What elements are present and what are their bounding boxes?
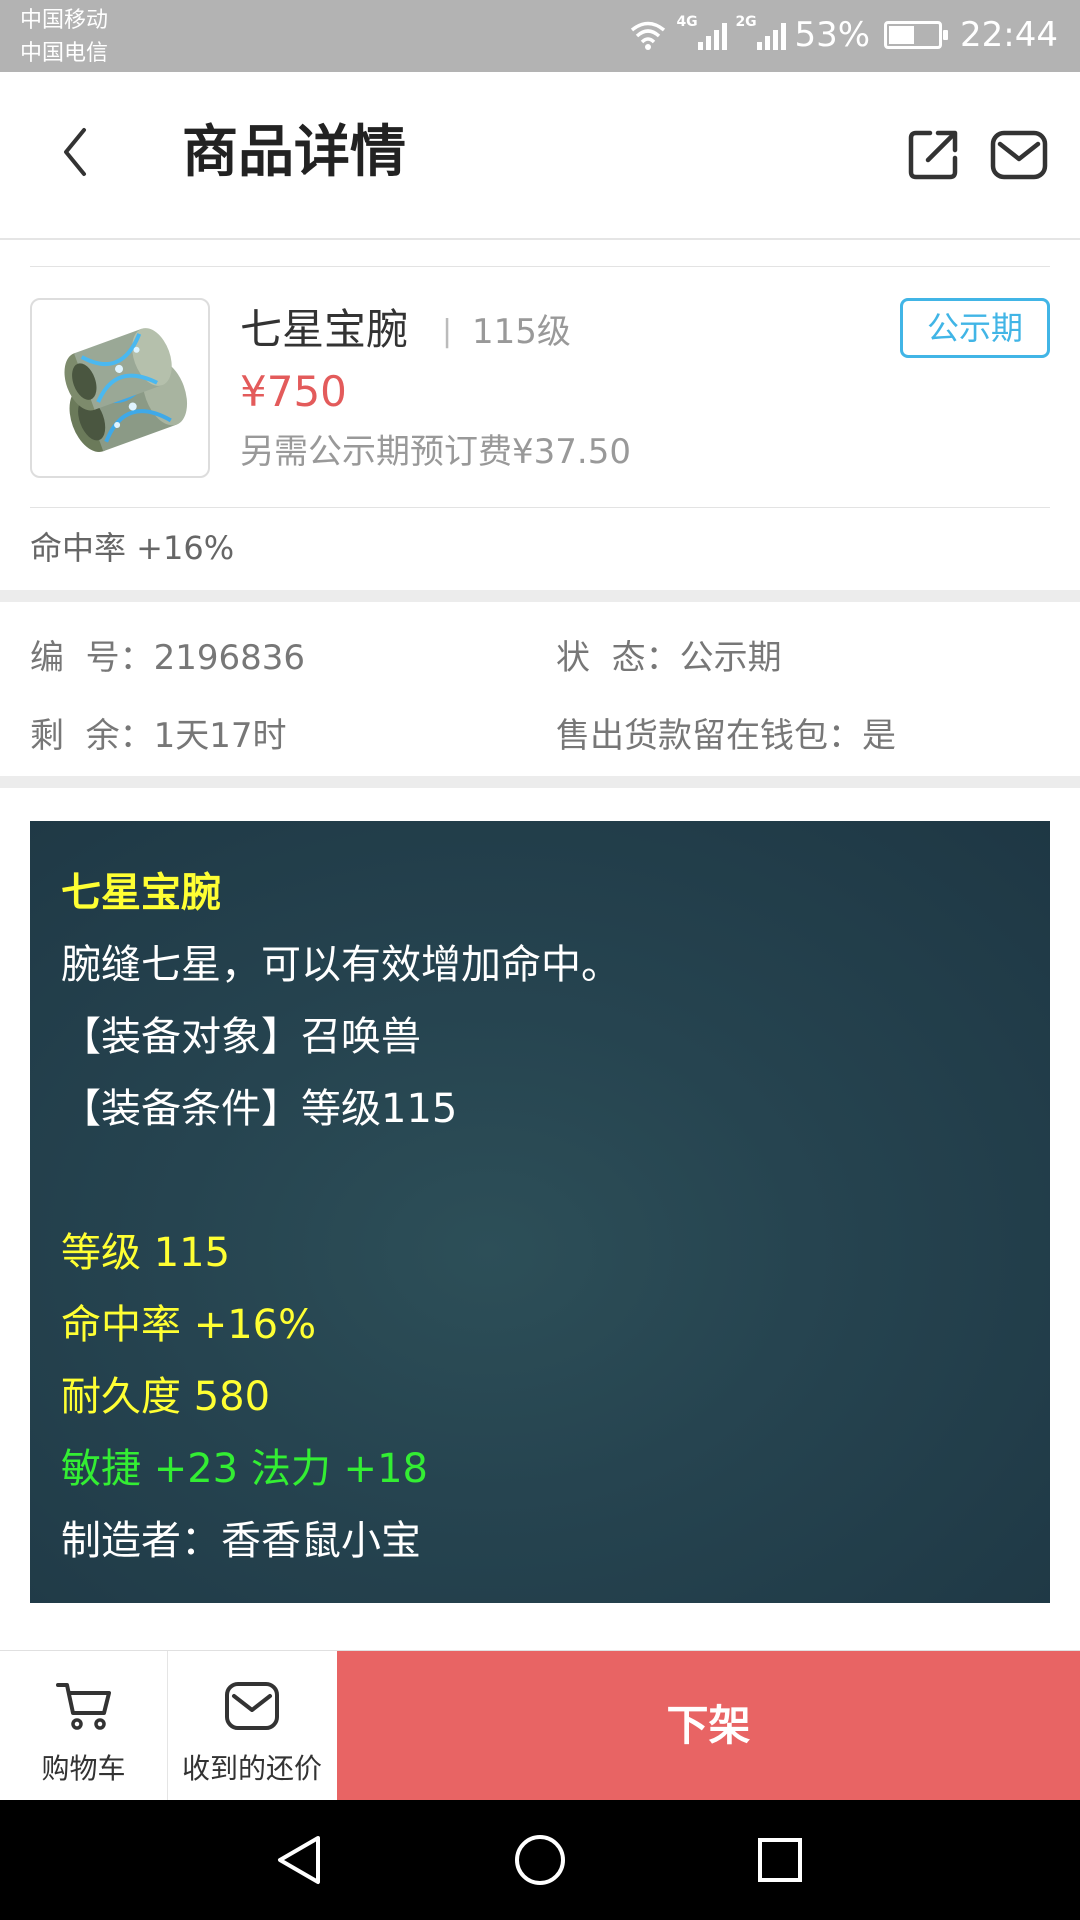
carrier-1: 中国移动 [20, 8, 109, 33]
received-offers-label: 收到的还价 [181, 1752, 322, 1785]
top-nav-bar: 商品详情 [0, 72, 1080, 240]
signal-4g-icon: 4G [676, 14, 728, 50]
divider [30, 507, 1050, 508]
product-summary: 七星宝腕 | 115级 ¥750 另需公示期预订费¥37.50 公示期 命中率 … [0, 240, 1080, 590]
stat-line: 耐久度 580 [61, 1374, 271, 1420]
nav-back-button[interactable] [270, 1830, 330, 1890]
received-offers-button[interactable]: 收到的还价 [168, 1651, 336, 1801]
listing-id-value: 2196836 [153, 638, 306, 678]
listing-id: 编 号：2196836 [30, 636, 305, 680]
section-separator [0, 776, 1080, 788]
back-icon [64, 128, 86, 176]
item-description-panel: 七星宝腕 腕缝七星，可以有效增加命中。 【装备对象】召唤兽 【装备条件】等级11… [30, 821, 1050, 1603]
mail-icon [990, 130, 1048, 180]
mail-button[interactable] [990, 128, 1048, 182]
signal-2g-icon: 2G [735, 14, 787, 50]
product-level: 115级 [472, 312, 571, 352]
listing-id-label: 编 号： [30, 638, 154, 678]
status-bar: 中国移动 中国电信 4G 2G 53% 22:44 [0, 0, 1080, 72]
circle-home-icon [515, 1835, 565, 1885]
carrier-2: 中国电信 [20, 41, 109, 66]
maker-line: 制造者：香香鼠小宝 [61, 1518, 421, 1564]
description-blank-line [61, 1145, 1020, 1217]
bonus-stat-line: 敏捷 +23 法力 +18 [61, 1446, 428, 1492]
battery-percent: 53% [794, 15, 871, 55]
app-root: 中国移动 中国电信 4G 2G 53% 22:44 商品详情 七星宝腕 | 11… [0, 0, 1080, 1920]
square-recents-icon [758, 1838, 802, 1882]
wallet-setting-label: 售出货款留在钱包： [556, 716, 862, 756]
bottom-action-bar: 购物车 收到的还价 下架 [0, 1650, 1080, 1801]
battery-icon [884, 21, 949, 49]
back-button[interactable] [52, 122, 112, 182]
status-indicators: 4G 2G 53% 22:44 [628, 10, 1058, 60]
mail-icon [225, 1682, 279, 1730]
nav-home-button[interactable] [510, 1830, 570, 1890]
remaining-time-value: 1天17时 [153, 716, 287, 756]
listing-info: 编 号：2196836 状 态：公示期 剩 余：1天17时 售出货款留在钱包：是 [0, 602, 1080, 776]
description-line: 腕缝七星，可以有效增加命中。 [61, 942, 621, 988]
cart-button[interactable]: 购物车 [0, 1651, 168, 1801]
listing-state-value: 公示期 [679, 638, 782, 678]
bracer-item-image [64, 328, 188, 453]
battery-fill [889, 26, 915, 44]
description-title: 七星宝腕 [61, 870, 221, 916]
system-nav-bar [0, 1800, 1080, 1920]
share-icon [908, 130, 958, 180]
wallet-setting-value: 是 [862, 716, 896, 756]
stat-line: 命中率 +16% [61, 1302, 317, 1348]
wifi-icon [631, 21, 666, 50]
stat-line: 等级 115 [61, 1230, 231, 1276]
description-line: 【装备对象】召唤兽 [61, 1014, 421, 1060]
wallet-setting: 售出货款留在钱包：是 [556, 714, 896, 758]
attribute-summary: 命中率 +16% [30, 529, 235, 567]
description-line: 【装备条件】等级115 [61, 1086, 458, 1132]
nav-recents-button[interactable] [750, 1830, 810, 1890]
section-separator [0, 590, 1080, 602]
listing-state: 状 态：公示期 [556, 636, 782, 680]
network-type-2: 2G [735, 14, 757, 30]
cart-label: 购物车 [41, 1752, 126, 1785]
status-badge: 公示期 [900, 298, 1050, 358]
reservation-fee-note: 另需公示期预订费¥37.50 [240, 432, 631, 472]
product-name: 七星宝腕 [240, 305, 409, 354]
cart-icon [55, 1683, 111, 1730]
clock: 22:44 [960, 15, 1058, 55]
delist-button[interactable]: 下架 [337, 1651, 1080, 1801]
page-title: 商品详情 [182, 120, 406, 185]
remaining-time-label: 剩 余： [30, 716, 154, 756]
divider [30, 266, 1050, 267]
product-price: ¥750 [240, 367, 347, 416]
triangle-back-icon [278, 1836, 320, 1884]
product-thumbnail[interactable] [30, 298, 210, 478]
share-button[interactable] [906, 128, 960, 182]
remaining-time: 剩 余：1天17时 [30, 714, 287, 758]
network-type-1: 4G [676, 14, 698, 30]
listing-state-label: 状 态： [556, 638, 680, 678]
name-level-separator: | [442, 314, 453, 349]
